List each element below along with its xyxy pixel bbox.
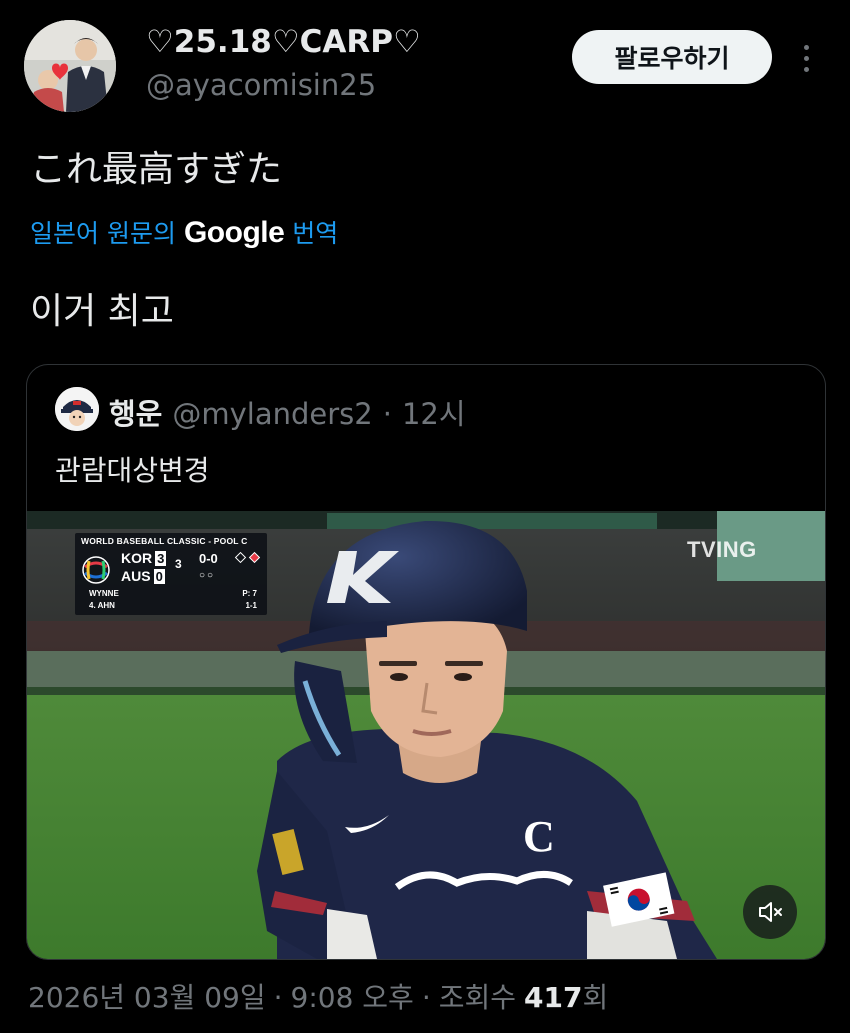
meta-separator: · [273,981,283,1014]
scorebug-outs: ○○ [199,570,216,581]
tweet-time[interactable]: 9:08 오후 [291,976,414,1016]
scorebug-team2: AUS 0 [121,568,165,584]
tving-watermark: TVING [687,537,757,562]
scorebug-inning: 3 [175,557,182,571]
translated-text: 이거 최고 [30,291,174,332]
follow-button[interactable]: 팔로우하기 [572,30,772,84]
more-vertical-icon[interactable] [792,36,820,80]
quote-header: 행운 @mylanders2 · 12시 [109,391,466,433]
wbc-logo-icon [82,556,110,584]
quote-avatar-icon [55,387,99,431]
speaker-muted-glyph [759,902,782,922]
quoted-tweet-card[interactable]: 행운 @mylanders2 · 12시 관람대상변경 C WORLD BASE… [26,364,826,960]
tweet-date[interactable]: 2026년 03월 09일 [28,976,266,1016]
more-dot [803,55,809,61]
scorebug-pitcher: WYNNE [89,589,119,598]
bases-diamond-icon [234,551,261,564]
google-logo-text: Google [183,216,285,249]
scorebug-count: 0-0 [199,551,218,566]
more-dot [803,44,809,50]
team2-name: AUS [121,568,151,584]
scorebug-batter: 4. AHN [89,601,115,610]
profile-photo [24,20,116,112]
quote-handle[interactable]: @mylanders2 [172,397,372,431]
volume-muted-icon[interactable] [743,885,797,939]
video-player[interactable]: C WORLD BASEBALL CLASSIC - POOL C KOR 3 … [27,511,825,959]
quote-text: 관람대상변경 [55,454,210,487]
views-unit: 회 [582,981,609,1014]
author-display-name[interactable]: ♡25.18♡CARP♡ [146,24,421,60]
author-avatar[interactable] [24,20,116,112]
meta-separator: · [421,981,431,1014]
quote-author-avatar[interactable] [55,387,99,431]
scorebug-team1: KOR 3 [121,550,167,566]
scorebug: WORLD BASEBALL CLASSIC - POOL C KOR 3 AU… [75,533,267,615]
translation-suffix: 번역 [292,219,339,248]
scorebug-title: WORLD BASEBALL CLASSIC - POOL C [81,536,248,546]
translation-prefix: 일본어 원문의 [30,219,176,248]
scorebug-pitch-count: P: 7 [242,589,257,598]
team1-name: KOR [121,550,153,566]
more-dot [803,66,809,72]
tweet-text: これ最高すぎた [30,149,283,190]
translation-attribution[interactable]: 일본어 원문의 Google 번역 [30,214,338,250]
views-label: 조회수 [438,981,517,1014]
quote-separator: · [382,397,392,431]
author-handle[interactable]: @ayacomisin25 [146,68,376,102]
views-count[interactable]: 417 [524,981,582,1014]
scorebug-batter-line: 1-1 [245,601,257,610]
svg-text:C: C [523,812,555,861]
tweet-meta: 2026년 03월 09일 · 9:08 오후 · 조회수 417 회 [28,976,608,1016]
quote-display-name[interactable]: 행운 [109,391,162,433]
quote-timestamp[interactable]: 12시 [402,391,466,433]
team2-score: 0 [153,568,165,584]
team1-score: 3 [155,550,167,566]
